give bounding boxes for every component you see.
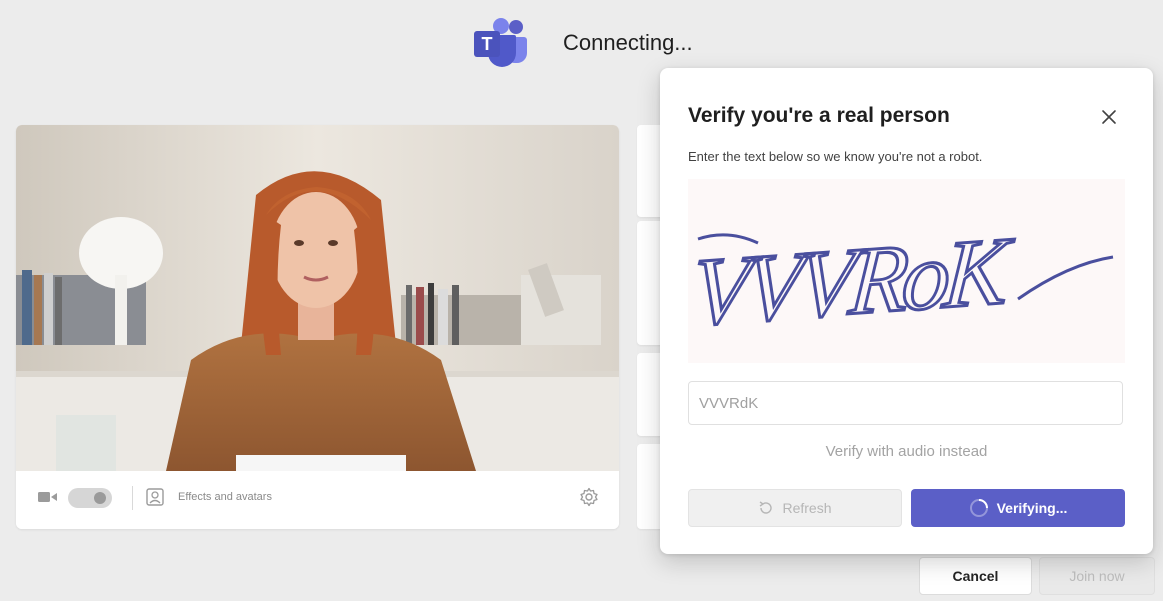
verify-dialog: Verify you're a real person Enter the te… [660, 68, 1153, 554]
connecting-status-title: Connecting... [563, 30, 693, 55]
join-now-button: Join now [1039, 557, 1155, 595]
dialog-subtitle: Enter the text below so we know you're n… [688, 149, 983, 164]
refresh-icon [760, 501, 773, 514]
video-preview [16, 125, 619, 471]
camera-toggle[interactable] [68, 488, 112, 508]
captcha-input[interactable] [688, 381, 1123, 425]
effects-and-avatars-label[interactable]: Effects and avatars [178, 491, 272, 503]
verify-label: Verifying... [996, 500, 1068, 516]
teams-logo-icon: T [474, 18, 527, 67]
refresh-button[interactable]: Refresh [688, 489, 902, 527]
refresh-label: Refresh [782, 500, 832, 516]
verify-button[interactable]: Verifying... [911, 489, 1125, 527]
camera-icon [38, 492, 57, 502]
spinner-icon [969, 499, 988, 517]
dialog-title: Verify you're a real person [688, 104, 950, 127]
captcha-image: VVVRoK [688, 179, 1125, 363]
svg-text:T: T [482, 34, 493, 54]
divider [132, 486, 133, 510]
verify-with-audio-link[interactable]: Verify with audio instead [660, 443, 1153, 460]
gear-icon[interactable] [579, 487, 599, 507]
effects-icon[interactable] [146, 488, 164, 506]
video-preview-card: Effects and avatars [16, 125, 619, 529]
close-icon[interactable] [1096, 104, 1122, 130]
captcha-graphic: VVVRoK [688, 215, 1114, 347]
toggle-knob [94, 492, 106, 504]
cancel-button[interactable]: Cancel [919, 557, 1032, 595]
video-controls-bar: Effects and avatars [16, 471, 619, 529]
